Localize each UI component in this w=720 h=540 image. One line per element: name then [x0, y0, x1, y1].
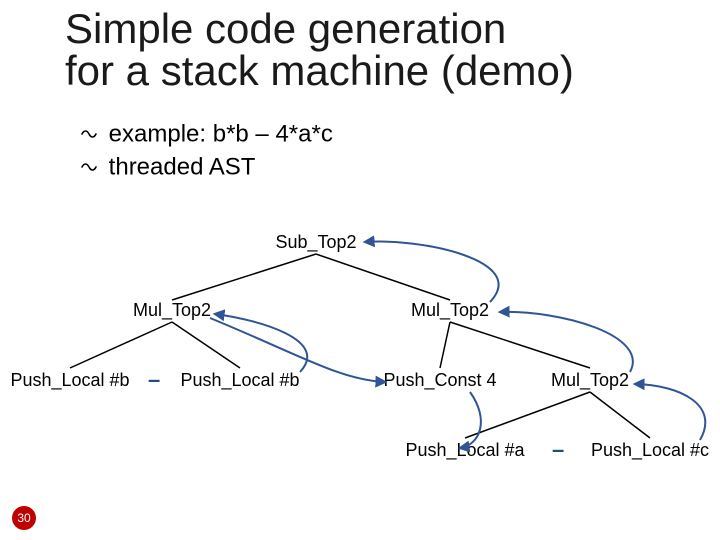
bullet-text: threaded AST: [109, 153, 256, 180]
ast-node-rl: Push_Const 4: [370, 370, 510, 391]
bullet-item: threaded AST: [80, 151, 333, 184]
ast-node-left: Mul_Top2: [122, 300, 222, 321]
bullet-icon: [80, 151, 102, 183]
sibling-dash: –: [148, 367, 160, 393]
title-line-2: for a stack machine (demo): [65, 47, 574, 94]
title-line-1: Simple code generation: [65, 5, 506, 52]
slide-title: Simple code generation for a stack machi…: [65, 8, 574, 92]
bullet-text: example: b*b – 4*a*c: [109, 120, 333, 147]
bullet-icon: [80, 118, 102, 150]
ast-node-right: Mul_Top2: [400, 300, 500, 321]
page-number-badge: 30: [12, 506, 36, 530]
ast-node-lr: Push_Local #b: [170, 370, 310, 391]
ast-node-rrl: Push_Local #a: [390, 440, 540, 461]
ast-node-rrr: Push_Local #c: [575, 440, 720, 461]
ast-node-rr: Mul_Top2: [540, 370, 640, 391]
sibling-dash: –: [552, 437, 564, 463]
bullet-list: example: b*b – 4*a*c threaded AST: [80, 118, 333, 184]
bullet-item: example: b*b – 4*a*c: [80, 118, 333, 151]
slide: Simple code generation for a stack machi…: [0, 0, 720, 540]
ast-node-root: Sub_Top2: [266, 232, 366, 253]
ast-node-ll: Push_Local #b: [0, 370, 140, 391]
